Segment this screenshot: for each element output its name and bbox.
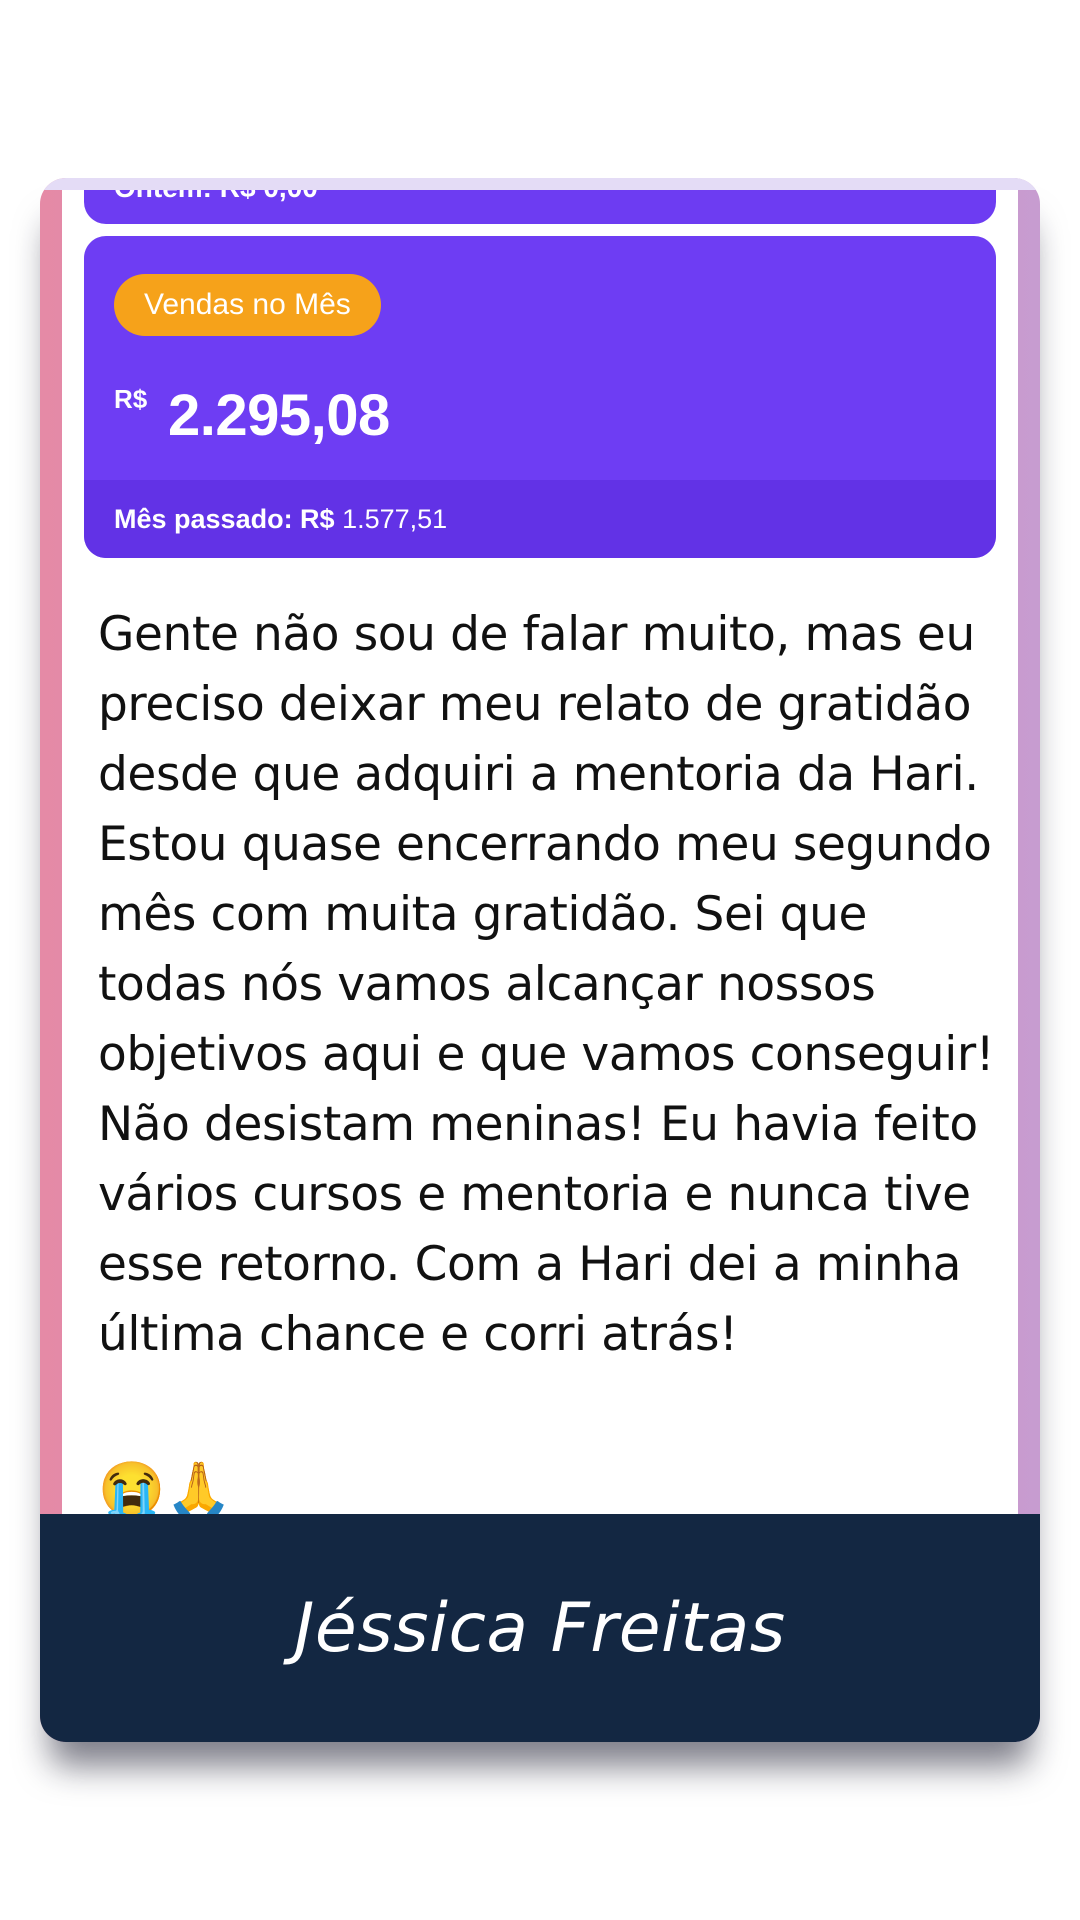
card-top-edge	[40, 178, 1040, 190]
testimonial-card: Ontem: R$ 0,00 Vendas no Mês R$ 2.295,08…	[40, 178, 1040, 1742]
emoji-reactions: 😭🙏	[98, 1460, 233, 1520]
previous-month-row: Mês passado: R$ 1.577,51	[84, 480, 996, 558]
testimonial-text: Gente não sou de falar muito, mas eu pre…	[98, 607, 995, 1362]
yesterday-sales-label: Ontem: R$ 0,00	[114, 190, 318, 204]
month-sales-badge: Vendas no Mês	[114, 274, 381, 336]
previous-month-label: Mês passado: R$	[114, 504, 335, 534]
currency-symbol: R$	[114, 384, 148, 414]
author-name: Jéssica Freitas	[294, 1588, 786, 1668]
app-screenshot: Ontem: R$ 0,00 Vendas no Mês R$ 2.295,08…	[62, 190, 1018, 1690]
previous-month-value: 1.577,51	[342, 504, 448, 534]
sales-card-yesterday: Ontem: R$ 0,00	[84, 190, 996, 224]
author-bar: Jéssica Freitas	[40, 1514, 1040, 1742]
sales-card-month: Vendas no Mês R$ 2.295,08 Mês passado: R…	[84, 236, 996, 558]
month-sales-amount: 2.295,08	[168, 383, 390, 448]
